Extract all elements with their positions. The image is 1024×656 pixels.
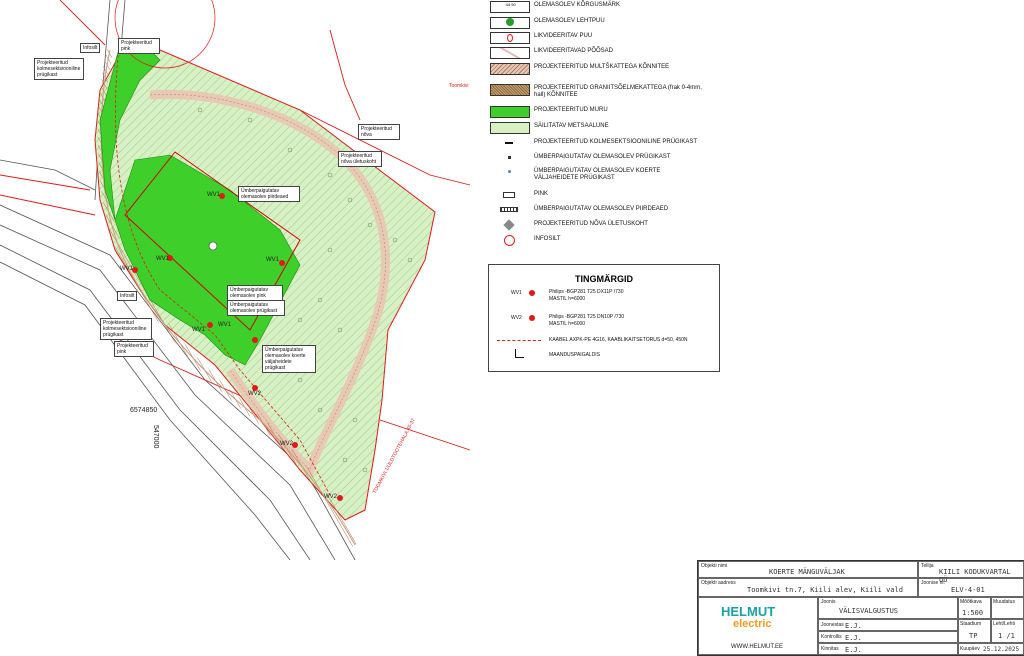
removed-tree-icon (490, 32, 530, 44)
callout-pink-mid: Projekteeritud pink (114, 341, 154, 357)
lamp-label: WV1 (192, 327, 206, 333)
toomkivi-label: Toomkivi (449, 83, 469, 89)
ground-text: MAANDUSPAIGALDIS (549, 352, 601, 358)
cable-icon (497, 340, 541, 341)
lamp-label: WV1 (218, 322, 232, 328)
checked-by: E.J. (845, 634, 862, 642)
legend-item: SÄILITATAV METSAALUNE (488, 121, 698, 135)
drawing-no-cell: Joonise nr. ELV-4-01 (918, 578, 1024, 597)
legend-item: INFOSILT (488, 234, 698, 248)
legend-item: ·44.90 OLEMASOLEV KÕRGUSMÄRK (488, 0, 698, 14)
legend-item: ÜMBERPAIGUTATAV OLEMASOLEV PIIRDEAED (488, 204, 698, 218)
ditch-crossing-icon (490, 219, 528, 231)
object-name-cell: Objekti nimi KOERTE MÄNGUVÄLJAK (698, 561, 918, 578)
object-name: KOERTE MÄNGUVÄLJAK (769, 568, 845, 576)
lamp-label: WV2 (248, 391, 262, 397)
callout-kolmesektsioon-mid: Projekteeritud kolmesektsiooniline prügi… (100, 318, 152, 340)
site-plan-map (0, 0, 471, 560)
sheet-number: 1 /1 (998, 632, 1015, 640)
object-address: Toomkivi tn.7, Kiili alev, Kiili vald (747, 586, 903, 594)
address-cell: Objekti aadress Toomkivi tn.7, Kiili ale… (698, 578, 918, 597)
wv2-code: WV2 (511, 315, 522, 321)
info-marker (208, 241, 218, 251)
legend: ·44.90 OLEMASOLEV KÕRGUSMÄRK OLEMASOLEV … (488, 0, 702, 250)
drawn-by: E.J. (845, 622, 862, 630)
wv2-mast: MASTIL h=6000 (549, 321, 586, 327)
lamp-wv2-icon (529, 315, 535, 321)
stage: TP (969, 632, 978, 640)
symbols-title: TINGMÄRGID (575, 274, 633, 284)
callout-piirdeaed: Ümberpaigutatav olemasolev piirdeaed (238, 186, 300, 202)
cable-text: KAABEL AXPK-PE 4G16, KAABLIKAITSETORUS d… (549, 337, 688, 343)
legend-item: PROJEKTEERITUD MULTŠKATTEGA KÕNNITEE (488, 62, 698, 76)
legend-item: LIKVIDEERITAV PUU (488, 31, 698, 45)
callout-olem-prygikast: Ümberpaigutatav olemasolev prügikast (227, 300, 285, 316)
lamp-label: WV1 (207, 192, 221, 198)
lamp-label: WV1 (120, 266, 134, 272)
callout-koerte-prygikast: Ümberpaigutatav olemasolev koerte väljah… (262, 345, 316, 373)
approved-by: E.J. (845, 646, 862, 654)
trash-bin-icon (490, 153, 528, 163)
callout-infosilt-mid: Infosilt (117, 291, 138, 301)
company-logo: HELMUT (721, 604, 776, 619)
symbols-box: TINGMÄRGID WV1 Philips -BGP281 T25 DX11P… (488, 264, 720, 372)
trash-bin-3-icon (490, 138, 528, 148)
client-cell: Tellija KIILI KODUKVARTAL OÜ (918, 561, 1024, 584)
forest-floor-icon (490, 122, 530, 134)
drawing-number: ELV-4-01 (951, 586, 985, 594)
legend-item: PROJEKTEERITUD MURU (488, 105, 698, 119)
lamp-label: WV1 (266, 257, 280, 263)
callout-infosilt: Infosilt (80, 43, 101, 53)
wv1-code: WV1 (511, 290, 522, 296)
website: WWW.HELMUT.EE (731, 644, 783, 650)
bench-icon (490, 190, 528, 200)
lawn-icon (490, 106, 530, 118)
legend-item: PROJEKTEERITUD KOLMESEKTSIOONILINE PRÜGI… (488, 137, 698, 151)
title-block: Objekti nimi KOERTE MÄNGUVÄLJAK Tellija … (697, 560, 1024, 656)
callout-nova-crossing: Projekteeritud nõva ületuskoht (338, 151, 382, 167)
wv1-text: Philips -BGP281 T25 DX11P /730 (549, 289, 624, 295)
coord-north: 6574850 (130, 407, 158, 414)
info-sign-icon (490, 235, 528, 246)
elevation-icon: ·44.90 (490, 1, 530, 13)
company-logo-sub: electric (733, 618, 772, 630)
lamp-label: WV2 (280, 441, 294, 447)
logo-cell: HELMUT electric WWW.HELMUT.EE (698, 597, 818, 655)
callout-olem-pink: Ümberpaigutatav olemasolev pink (227, 285, 283, 301)
callout-nova: Projekteeritud nõva (358, 124, 400, 140)
legend-item: PROJEKTEERITUD NÕVA ÜLETUSKOHT (488, 219, 698, 233)
lamp-wv1-icon (529, 290, 535, 296)
removed-bushes-icon (490, 47, 530, 59)
callout-pink: Projekteeritud pink (118, 38, 160, 54)
lamp-label: WV1 (156, 256, 170, 262)
legend-item: ÜMBERPAIGUTATAV OLEMASOLEV KOERTE VÄLJAH… (488, 166, 698, 181)
legend-item: LIKVIDEERITAVAD PÕÕSAD (488, 46, 698, 60)
legend-item: PINK (488, 189, 698, 203)
deciduous-tree-icon (490, 17, 530, 29)
fence-icon (490, 205, 528, 215)
drawing-title-cell: Joonis VÄLISVALGUSTUS (818, 597, 958, 619)
drawing-title: VÄLISVALGUSTUS (839, 607, 899, 615)
date: 25.12.2025 (983, 646, 1020, 653)
scale: 1:500 (962, 609, 984, 617)
drawing-sheet: WV1 WV1 WV1 WV1 WV1 WV1 WV2 WV2 WV2 6574… (0, 0, 1024, 656)
gravel-path-icon (490, 84, 530, 96)
coord-east: 547000 (152, 425, 159, 449)
dog-waste-bin-icon (490, 167, 528, 177)
legend-item: ÜMBERPAIGUTATAV OLEMASOLEV PRÜGIKAST (488, 152, 698, 166)
callout-kolmesektsioon: Projekteeritud kolmesektsiooniline prügi… (34, 58, 84, 80)
wv2-text: Philips -BGP281 T25 DN10P /730 (549, 314, 625, 320)
mulch-path-icon (490, 63, 530, 75)
lamp-label: WV2 (324, 494, 338, 500)
legend-item: OLEMASOLEV LEHTPUU (488, 16, 698, 30)
ground-icon (515, 349, 524, 358)
wv1-mast: MASTIL h=6000 (549, 296, 586, 302)
legend-item: PROJEKTEERITUD GRANIITSÕELMEKATTEGA (fra… (488, 83, 702, 98)
